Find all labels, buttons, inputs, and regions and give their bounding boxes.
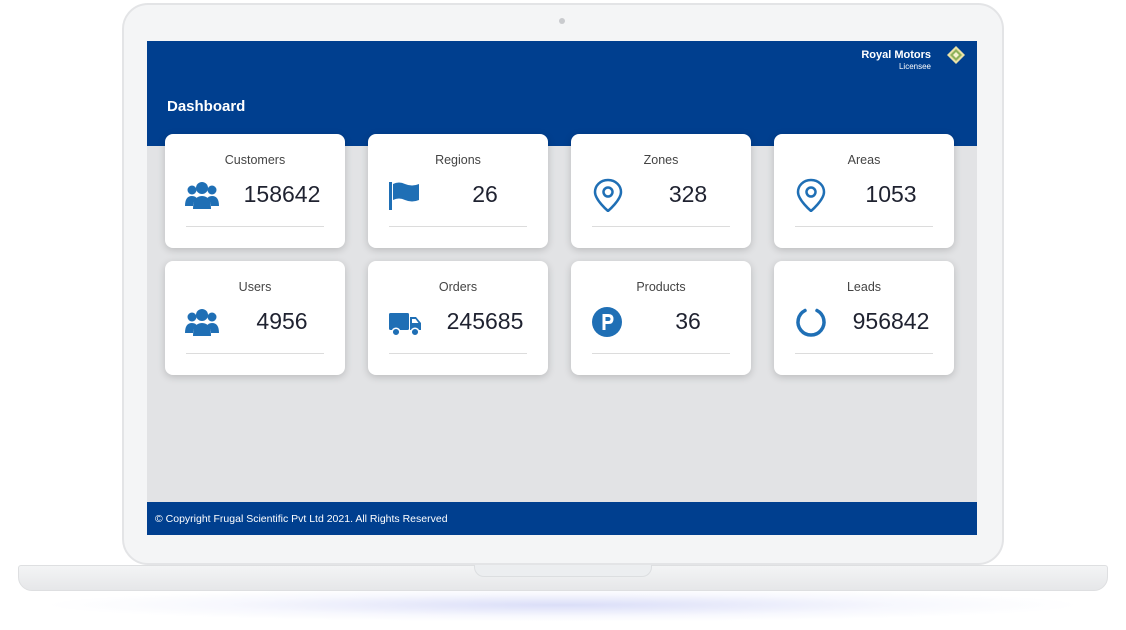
brand: Royal Motors Licensee	[861, 49, 931, 72]
users-icon	[185, 182, 219, 209]
card-value: 245685	[446, 308, 524, 334]
card-areas[interactable]: Areas 1053	[774, 134, 954, 248]
divider	[592, 353, 730, 354]
card-value: 328	[668, 181, 708, 207]
parking-icon	[592, 307, 622, 337]
card-leads[interactable]: Leads 956842	[774, 261, 954, 375]
truck-icon	[389, 313, 421, 337]
card-title: Zones	[643, 153, 679, 167]
page-title: Dashboard	[167, 98, 246, 115]
card-customers[interactable]: Customers 158642	[165, 134, 345, 248]
copyright-text: © Copyright Frugal Scientific Pvt Ltd 20…	[155, 513, 448, 525]
circle-notch-icon	[796, 308, 826, 337]
divider	[795, 226, 933, 227]
laptop-mockup: Royal Motors Licensee Dashboard Customer…	[0, 0, 1126, 630]
card-title: Orders	[438, 280, 478, 294]
card-value: 956842	[852, 308, 930, 334]
card-title: Regions	[435, 153, 481, 167]
card-title: Leads	[846, 280, 882, 294]
card-value: 36	[675, 308, 701, 334]
map-pin-icon	[593, 178, 623, 212]
card-products[interactable]: Products 36	[571, 261, 751, 375]
laptop-notch	[474, 565, 652, 577]
divider	[186, 353, 324, 354]
webcam	[559, 18, 565, 24]
divider	[592, 226, 730, 227]
card-value: 1053	[865, 181, 917, 207]
brand-subtitle: Licensee	[898, 62, 931, 71]
brand-name: Royal Motors	[861, 49, 931, 61]
card-users[interactable]: Users 4956	[165, 261, 345, 375]
divider	[795, 353, 933, 354]
brand-logo-icon	[947, 46, 965, 64]
users-icon	[185, 309, 219, 336]
card-title: Areas	[847, 153, 881, 167]
flag-icon	[389, 182, 419, 210]
card-value: 158642	[243, 181, 321, 207]
divider	[389, 226, 527, 227]
top-header: Royal Motors Licensee Dashboard	[147, 41, 977, 146]
card-value: 26	[472, 181, 498, 207]
laptop-shadow	[40, 588, 1086, 622]
card-title: Customers	[224, 153, 286, 167]
card-zones[interactable]: Zones 328	[571, 134, 751, 248]
card-title: Products	[636, 280, 686, 294]
card-regions[interactable]: Regions 26	[368, 134, 548, 248]
card-value: 4956	[256, 308, 308, 334]
divider	[186, 226, 324, 227]
card-title: Users	[238, 280, 272, 294]
footer: © Copyright Frugal Scientific Pvt Ltd 20…	[147, 502, 977, 535]
card-orders[interactable]: Orders 245685	[368, 261, 548, 375]
app-screen: Royal Motors Licensee Dashboard Customer…	[147, 41, 977, 535]
map-pin-icon	[796, 178, 826, 212]
divider	[389, 353, 527, 354]
